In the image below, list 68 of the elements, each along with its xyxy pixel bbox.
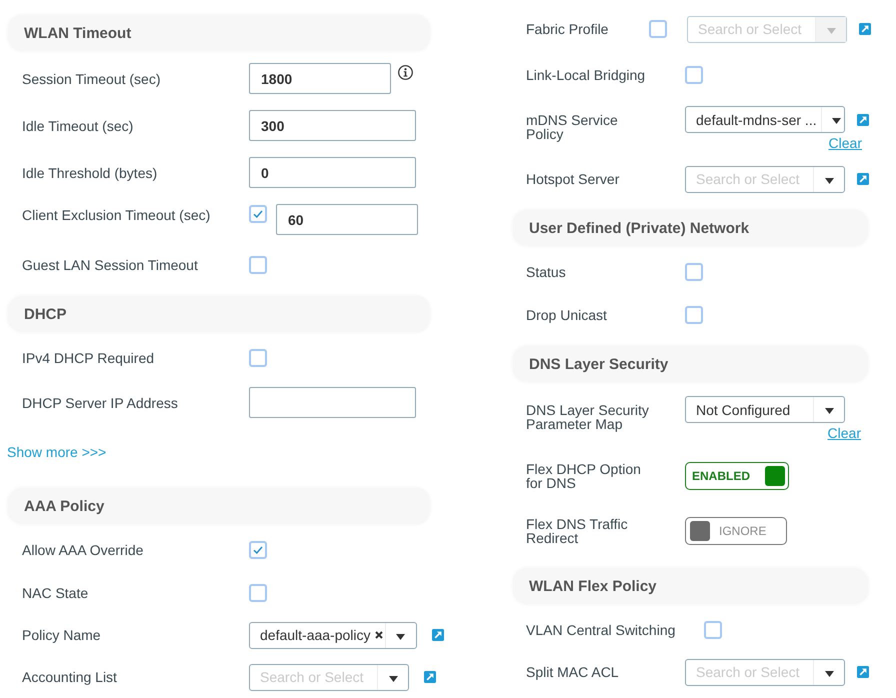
- caret-icon: [396, 634, 406, 640]
- field-label: Accounting List: [22, 670, 118, 684]
- field-label: Allow AAA Override: [22, 542, 144, 556]
- section-header: DHCP: [8, 296, 430, 332]
- field-label: Flex DNS Traffic Redirect: [526, 516, 629, 544]
- section-header: AAA Policy: [8, 488, 430, 524]
- external-link-icon[interactable]: [857, 666, 869, 678]
- checkbox[interactable]: [249, 540, 267, 558]
- clear-link[interactable]: Clear: [828, 425, 861, 441]
- clear-link[interactable]: Clear: [828, 135, 862, 151]
- external-link-icon[interactable]: [857, 114, 869, 126]
- field-label: Session Timeout (sec): [22, 72, 162, 86]
- caret-icon: [824, 408, 834, 414]
- toggle-switch[interactable]: ENABLED: [685, 462, 789, 490]
- checkbox[interactable]: [685, 66, 703, 84]
- field-label: Flex DHCP Option for DNS: [526, 462, 642, 490]
- text-field[interactable]: 1800: [249, 63, 391, 94]
- external-link-icon[interactable]: [432, 629, 444, 641]
- field-label: Hotspot Server: [526, 172, 620, 186]
- caret-icon: [826, 28, 836, 34]
- checkmark-icon: [253, 210, 263, 218]
- field-label: Fabric Profile: [526, 22, 610, 36]
- info-icon[interactable]: [398, 65, 413, 80]
- checkbox[interactable]: [249, 584, 267, 602]
- knob-icon: [690, 520, 710, 540]
- caret-icon: [832, 118, 842, 124]
- section-header: WLAN Flex Policy: [513, 568, 868, 604]
- field-label: Drop Unicast: [526, 308, 608, 322]
- text-field[interactable]: 0: [249, 157, 416, 188]
- field-label: IPv4 DHCP Required: [22, 350, 156, 364]
- field-label: Client Exclusion Timeout (sec): [22, 208, 212, 222]
- checkmark-icon: [253, 546, 263, 554]
- text-field[interactable]: 60: [276, 204, 418, 235]
- field-label: Link-Local Bridging: [526, 68, 646, 82]
- section-header: DNS Layer Security: [513, 346, 868, 382]
- checkbox[interactable]: [249, 256, 267, 274]
- select-field[interactable]: default-mdns-ser ...: [685, 106, 845, 133]
- checkbox[interactable]: [249, 348, 267, 366]
- field-label: Policy Name: [22, 628, 102, 642]
- checkbox[interactable]: [685, 306, 703, 324]
- show-more-link[interactable]: Show more >>>: [7, 444, 106, 460]
- section-header: WLAN Timeout: [8, 15, 430, 51]
- external-link-icon[interactable]: [424, 671, 436, 683]
- field-label: Guest LAN Session Timeout: [22, 258, 199, 272]
- select-field[interactable]: Not Configured: [685, 396, 845, 423]
- caret-icon: [388, 676, 398, 682]
- toggle-switch[interactable]: IGNORE: [685, 516, 787, 544]
- field-label: DNS Layer Security Parameter Map: [526, 403, 650, 431]
- text-field[interactable]: [249, 387, 416, 418]
- field-label: Idle Timeout (sec): [22, 118, 134, 132]
- section-header: User Defined (Private) Network: [513, 210, 868, 246]
- checkbox[interactable]: [704, 620, 722, 638]
- field-label: DHCP Server IP Address: [22, 396, 179, 410]
- checkbox[interactable]: [685, 262, 703, 280]
- field-label: NAC State: [22, 586, 90, 600]
- select-field[interactable]: default-aaa-policy: [249, 622, 417, 648]
- checkbox[interactable]: [249, 204, 267, 222]
- field-label: VLAN Central Switching: [526, 622, 676, 636]
- x-icon[interactable]: [374, 631, 383, 639]
- text-field[interactable]: 300: [249, 110, 416, 141]
- caret-icon: [824, 178, 834, 184]
- caret-icon: [824, 670, 834, 676]
- field-label: Status: [526, 264, 567, 278]
- field-label: Idle Threshold (bytes): [22, 166, 158, 180]
- field-label: mDNS Service Policy: [526, 113, 619, 141]
- external-link-icon[interactable]: [857, 173, 869, 185]
- field-label: Split MAC ACL: [526, 665, 620, 679]
- knob-icon: [765, 466, 785, 486]
